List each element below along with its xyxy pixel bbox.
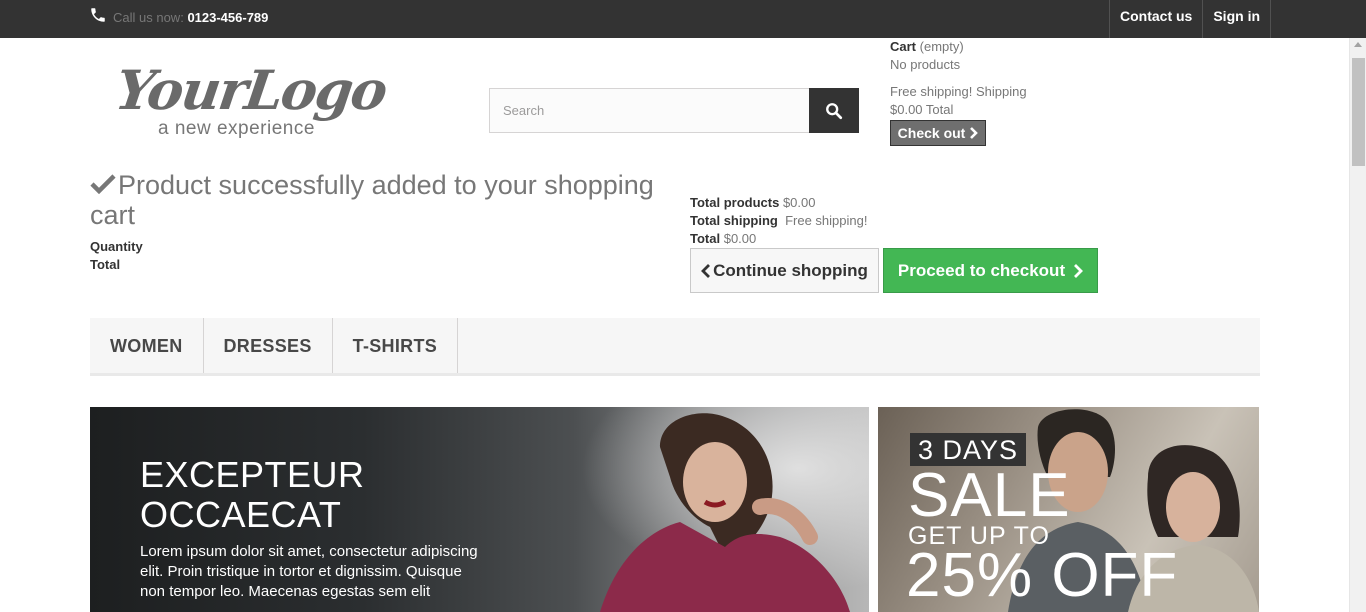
check-icon [90, 174, 116, 194]
cart-summary[interactable]: Cart (empty) No products Free shipping! … [890, 38, 1090, 119]
total-label: Total [90, 257, 121, 272]
menu-item-t-shirts[interactable]: T-SHIRTS [333, 318, 459, 373]
call-label: Call us now: [113, 10, 184, 25]
total-products-value: $0.00 [782, 195, 816, 210]
cart-shipping: Free shipping! Shipping [890, 84, 1027, 99]
cart-total: $0.00 Total [890, 102, 954, 117]
grand-total-label: Total [690, 231, 721, 246]
proceed-label: Proceed to checkout [897, 260, 1066, 280]
quantity-label: Quantity [90, 239, 143, 254]
banner-title-line1: EXCEPTEUR [140, 454, 365, 495]
total-shipping-label: Total shipping [690, 213, 778, 228]
banner-title-line2: OCCAECAT [140, 494, 342, 535]
phone-icon [91, 8, 105, 22]
logo[interactable]: YourLogo a new experience [112, 58, 402, 150]
logo-tagline: a new experience [158, 118, 315, 139]
chevron-left-icon [701, 263, 711, 278]
success-message: Product successfully added to your shopp… [90, 170, 690, 230]
main-menu: WOMEN DRESSES T-SHIRTS [90, 318, 1260, 376]
cart-title: Cart [890, 39, 917, 54]
call-us: Call us now: 0123-456-789 [113, 10, 268, 25]
logo-text: YourLogo [111, 58, 390, 122]
scroll-up-arrow-icon[interactable] [1354, 42, 1362, 47]
total-shipping-value: Free shipping! [785, 213, 868, 228]
banner-text: Lorem ipsum dolor sit amet, consectetur … [140, 543, 478, 600]
continue-shopping-label: Continue shopping [713, 260, 868, 280]
menu-item-dresses[interactable]: DRESSES [204, 318, 333, 373]
top-nav: Contact us Sign in [1109, 0, 1272, 38]
grand-total-value: $0.00 [723, 231, 757, 246]
search-icon [826, 102, 843, 119]
chevron-right-icon [970, 127, 979, 139]
discount-text: 25% OFF [906, 541, 1179, 610]
cart-no-products: No products [890, 57, 961, 72]
check-out-label: Check out [897, 125, 966, 141]
banner-title: EXCEPTEUR OCCAECAT [140, 455, 365, 535]
sale-heading: SALE [908, 461, 1071, 530]
check-out-button[interactable]: Check out [890, 120, 986, 146]
search-input[interactable] [489, 88, 810, 133]
phone-number: 0123-456-789 [187, 10, 269, 25]
scrollbar-thumb[interactable] [1352, 58, 1365, 166]
contact-us-link[interactable]: Contact us [1110, 0, 1204, 38]
cart-totals: Total products $0.00 Total shipping Free… [690, 194, 867, 248]
total-products-label: Total products [690, 195, 780, 210]
homeslider-banner[interactable]: EXCEPTEUR OCCAECAT Lorem ipsum dolor sit… [90, 407, 869, 612]
continue-shopping-button[interactable]: Continue shopping [690, 248, 879, 293]
sign-in-link[interactable]: Sign in [1203, 0, 1272, 38]
chevron-right-icon [1074, 263, 1084, 278]
menu-item-women[interactable]: WOMEN [90, 318, 204, 373]
model-image [510, 407, 869, 612]
top-bar: Call us now: 0123-456-789 Contact us Sig… [0, 0, 1366, 38]
search-button[interactable] [809, 88, 859, 133]
success-text: Product successfully added to your shopp… [90, 170, 654, 230]
sale-banner[interactable]: 3 DAYS SALE GET UP TO 25% OFF [878, 407, 1259, 612]
cart-status: (empty) [919, 39, 964, 54]
page-scrollbar[interactable] [1349, 38, 1366, 612]
product-details: Quantity Total [90, 238, 143, 274]
proceed-to-checkout-button[interactable]: Proceed to checkout [883, 248, 1098, 293]
